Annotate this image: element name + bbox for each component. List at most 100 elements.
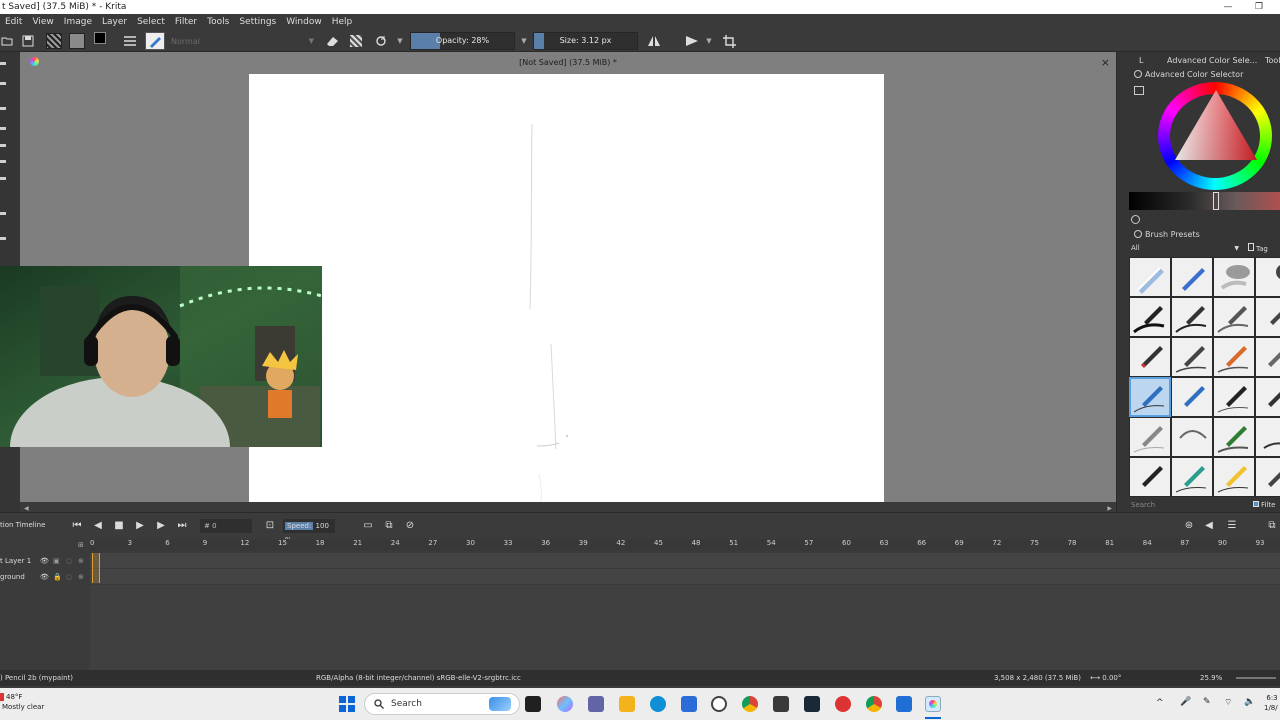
opacity-slider[interactable]: Opacity: 28% <box>410 32 515 50</box>
brush-preset-selected[interactable] <box>1129 377 1171 417</box>
weather-widget[interactable]: 48°F Mostly clear <box>0 692 60 716</box>
edge-icon[interactable] <box>650 696 666 712</box>
visibility-icon[interactable]: 👁 <box>40 553 49 569</box>
taskbar-search-box[interactable]: Search <box>364 693 520 715</box>
dock-tab-color-selector[interactable]: Advanced Color Sele... <box>1167 56 1257 65</box>
krita-taskbar-icon[interactable] <box>925 696 941 712</box>
task-view-icon[interactable] <box>525 696 541 712</box>
brush-preset[interactable] <box>1171 417 1213 457</box>
playhead[interactable] <box>92 553 100 583</box>
tool-item[interactable] <box>0 177 6 180</box>
brush-preset[interactable] <box>1171 297 1213 337</box>
microphone-icon[interactable]: 🎤 <box>1180 697 1191 707</box>
onion-skin-toggle-icon[interactable]: ◌ <box>66 553 72 569</box>
menu-view[interactable]: View <box>27 14 58 30</box>
store-icon[interactable] <box>681 696 697 712</box>
recording-app-icon[interactable] <box>835 696 851 712</box>
dock-float-icon[interactable] <box>1131 215 1140 224</box>
menu-layer[interactable]: Layer <box>97 14 132 30</box>
pin-layer-icon[interactable]: ⊕ <box>78 569 84 585</box>
volume-tray-icon[interactable]: 🔈 <box>1244 697 1255 707</box>
brush-preset[interactable] <box>1171 377 1213 417</box>
dock-tab-layers[interactable]: L <box>1139 56 1143 65</box>
brush-preset[interactable] <box>1213 457 1255 497</box>
chevron-down-icon[interactable]: ▼ <box>520 32 528 50</box>
drawing-canvas[interactable] <box>249 74 884 503</box>
teams-icon[interactable] <box>588 696 604 712</box>
eraser-icon[interactable] <box>323 32 341 50</box>
open-file-icon[interactable] <box>0 32 14 50</box>
color-selector-settings-icon[interactable] <box>1134 86 1144 95</box>
pen-icon[interactable]: ✎ <box>1203 697 1211 707</box>
stop-icon[interactable]: ■ <box>112 519 126 533</box>
zoom-label[interactable]: 25.9% <box>1200 670 1222 686</box>
audio-icon[interactable]: ⊘ <box>403 519 417 533</box>
lock-icon[interactable]: ▣ <box>53 553 60 569</box>
brush-preset[interactable] <box>1213 337 1255 377</box>
play-icon[interactable]: ▶ <box>133 519 147 533</box>
brush-preset[interactable] <box>1213 417 1255 457</box>
brush-preset[interactable] <box>1213 297 1255 337</box>
gradient-swatch[interactable] <box>45 32 63 50</box>
windows-start-icon[interactable] <box>339 696 355 712</box>
brush-filter-checkbox[interactable]: Filte <box>1253 500 1275 511</box>
previous-frame-icon[interactable]: ◀ <box>91 519 105 533</box>
menu-select[interactable]: Select <box>132 14 170 30</box>
drop-frames-icon[interactable]: ▭ <box>361 519 375 533</box>
menu-image[interactable]: Image <box>59 14 97 30</box>
chrome-profile-icon[interactable] <box>866 696 882 712</box>
copilot-icon[interactable] <box>557 696 573 712</box>
steam-icon[interactable] <box>804 696 820 712</box>
menu-settings[interactable]: Settings <box>234 14 281 30</box>
chrome-icon[interactable] <box>742 696 758 712</box>
tool-item[interactable] <box>0 82 6 85</box>
brush-preset-icon[interactable] <box>145 32 165 50</box>
frame-row[interactable] <box>90 569 1280 585</box>
save-icon[interactable] <box>20 32 36 50</box>
brush-preset[interactable] <box>1255 457 1280 497</box>
pin-icon[interactable]: ⊞ <box>78 541 84 549</box>
dock-float-icon[interactable] <box>1134 70 1142 78</box>
tool-item[interactable] <box>0 212 6 215</box>
brush-preset[interactable] <box>1129 417 1171 457</box>
last-frame-icon[interactable]: ⏭ <box>175 519 189 533</box>
pin-layer-icon[interactable]: ⊕ <box>78 553 84 569</box>
fg-bg-color-swatch[interactable] <box>93 32 113 50</box>
wrap-around-icon[interactable] <box>720 32 738 50</box>
brush-preset[interactable] <box>1255 257 1280 297</box>
brush-preset[interactable] <box>1255 337 1280 377</box>
brush-preset[interactable] <box>1255 297 1280 337</box>
tool-item[interactable] <box>0 62 6 65</box>
dock-float-icon[interactable] <box>1134 230 1142 238</box>
brush-preset[interactable] <box>1255 377 1280 417</box>
next-frame-icon[interactable]: ▶ <box>154 519 168 533</box>
maximize-button[interactable]: ❐ <box>1244 0 1274 14</box>
brush-filter-select[interactable]: All ▼ <box>1131 243 1239 254</box>
close-document-icon[interactable]: × <box>1101 56 1110 69</box>
frame-ruler[interactable]: 0 3 6 9 12 15 18 21 24 27 30 33 36 39 42 45 48 51 54 57 60 63… <box>90 539 1280 551</box>
mirror-horizontal-icon[interactable] <box>645 32 663 50</box>
brush-preset[interactable] <box>1129 257 1171 297</box>
brush-preset[interactable] <box>1213 257 1255 297</box>
volume-icon[interactable]: ◀ <box>1202 519 1216 533</box>
vscode-icon[interactable] <box>896 696 912 712</box>
onion-skin-toggle-icon[interactable]: ◌ <box>66 569 72 585</box>
tray-chevron-icon[interactable]: ^ <box>1156 698 1164 708</box>
dell-icon[interactable] <box>711 696 727 712</box>
size-slider[interactable]: Size: 3.12 px <box>533 32 638 50</box>
brush-preset[interactable] <box>1213 377 1255 417</box>
brush-preset[interactable] <box>1171 337 1213 377</box>
playback-speed-input[interactable]: Speed: 100 % <box>283 519 335 544</box>
timeline-layer-row[interactable]: t Layer 1 👁 ▣ ◌ ⊕ <box>0 553 90 569</box>
brush-search-input[interactable]: Search <box>1131 500 1241 511</box>
rotation-control[interactable]: ⟷ 0.00° <box>1090 670 1121 686</box>
tool-item[interactable] <box>0 237 6 240</box>
tool-item[interactable] <box>0 144 6 147</box>
canvas-horizontal-scrollbar[interactable]: ◀ ▶ <box>20 502 1116 512</box>
wifi-icon[interactable]: ⌔ <box>1224 697 1232 708</box>
brush-preset[interactable] <box>1171 457 1213 497</box>
tool-item[interactable] <box>0 107 6 110</box>
frame-number-input[interactable]: # 0 <box>200 519 252 533</box>
blend-mode-select[interactable]: Normal ▼ <box>168 32 318 50</box>
onion-skin-icon[interactable]: ⧉ <box>382 519 396 533</box>
